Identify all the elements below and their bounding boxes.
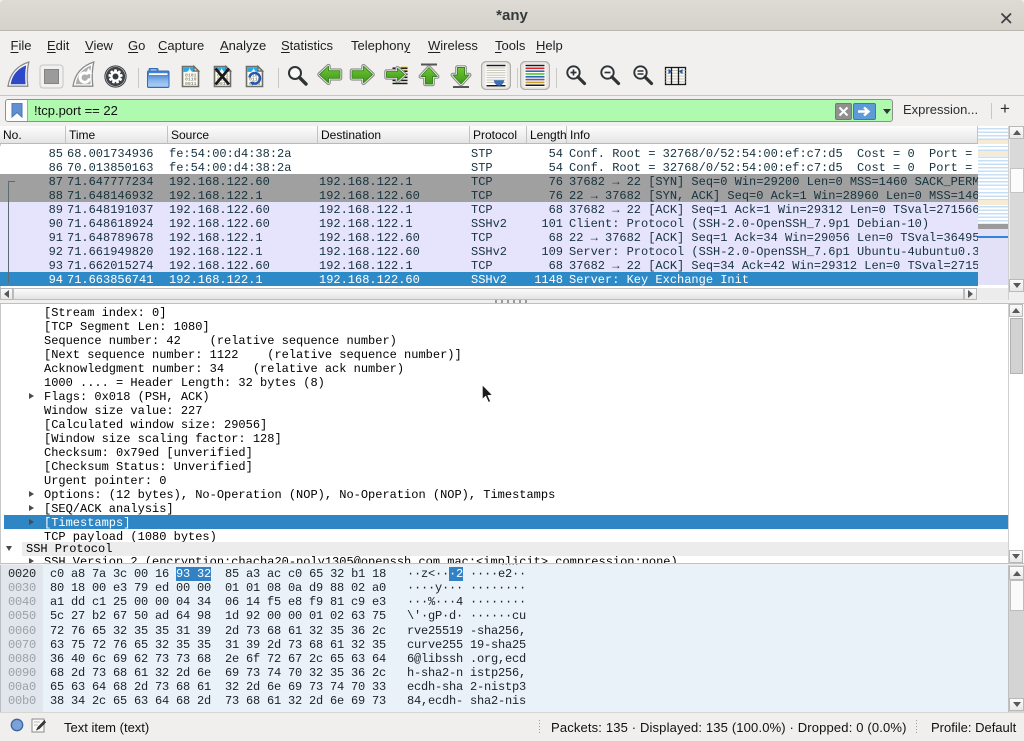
svg-text:0011: 0011 [185, 81, 197, 87]
